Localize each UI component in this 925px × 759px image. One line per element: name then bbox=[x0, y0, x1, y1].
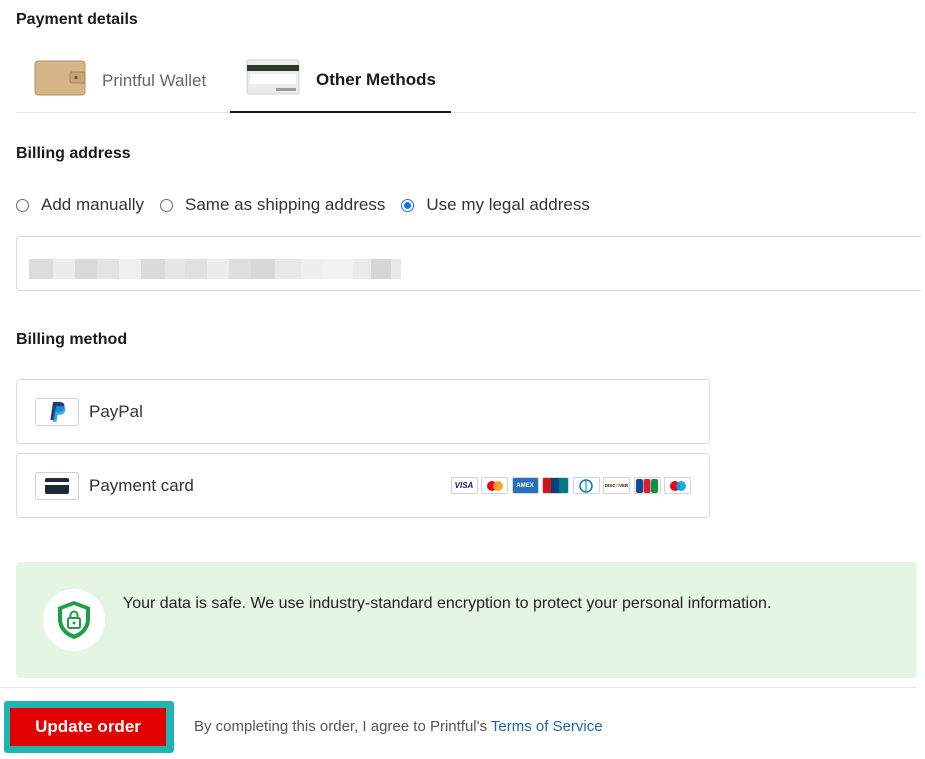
jcb-icon bbox=[633, 477, 661, 494]
radio-label: Same as shipping address bbox=[185, 195, 386, 214]
legal-address-box bbox=[16, 236, 921, 291]
billing-address-options: Add manually Same as shipping address Us… bbox=[16, 193, 606, 217]
method-label-paypal: PayPal bbox=[89, 401, 143, 421]
diners-icon bbox=[572, 477, 600, 494]
visa-icon: VISA bbox=[450, 477, 478, 494]
amex-icon: AMEX bbox=[511, 477, 539, 494]
data-safe-notice: Your data is safe. We use industry-stand… bbox=[16, 562, 916, 678]
credit-card-icon bbox=[35, 471, 79, 500]
footer-divider bbox=[0, 687, 916, 688]
tab-label-other: Other Methods bbox=[316, 69, 436, 89]
shield-lock-icon bbox=[43, 589, 105, 651]
radio-add-manually[interactable]: Add manually bbox=[16, 195, 144, 215]
radio-button[interactable] bbox=[16, 198, 29, 212]
terms-of-service-link[interactable]: Terms of Service bbox=[491, 718, 603, 735]
method-paypal[interactable]: PayPal bbox=[16, 379, 710, 444]
method-label-card: Payment card bbox=[89, 475, 194, 495]
tab-label-wallet: Printful Wallet bbox=[102, 70, 207, 90]
discover-icon: DISC O VER bbox=[603, 477, 630, 494]
radio-button[interactable] bbox=[401, 198, 415, 212]
tab-printful-wallet[interactable]: Printful Wallet bbox=[34, 48, 234, 113]
radio-label: Use my legal address bbox=[426, 195, 590, 214]
card-logos: VISA AMEX DISC O VER bbox=[447, 477, 691, 494]
mastercard-icon bbox=[481, 477, 508, 494]
radio-legal-address[interactable]: Use my legal address bbox=[401, 195, 590, 215]
tab-other-methods[interactable]: Other Methods bbox=[230, 48, 451, 113]
billing-method-title: Billing method bbox=[16, 331, 128, 348]
payment-tabs: Printful Wallet Other Methods bbox=[16, 48, 916, 113]
notice-text: Your data is safe. We use industry-stand… bbox=[123, 595, 772, 612]
billing-address-title: Billing address bbox=[16, 145, 131, 162]
maestro-icon bbox=[664, 477, 691, 494]
paypal-icon bbox=[35, 397, 79, 426]
payment-details-title: Payment details bbox=[16, 11, 138, 28]
terms-agreement: By completing this order, I agree to Pri… bbox=[194, 718, 603, 735]
card-stack-icon bbox=[246, 59, 300, 100]
radio-button[interactable] bbox=[160, 198, 174, 212]
update-order-button[interactable]: Update order bbox=[10, 708, 166, 746]
redacted-address bbox=[29, 259, 401, 279]
agree-text: By completing this order, I agree to Pri… bbox=[194, 718, 491, 735]
radio-label: Add manually bbox=[41, 195, 145, 214]
method-payment-card[interactable]: Payment card VISA AMEX DISC O VER bbox=[16, 453, 710, 518]
unionpay-icon bbox=[542, 477, 569, 494]
wallet-icon bbox=[34, 60, 86, 101]
radio-same-as-shipping[interactable]: Same as shipping address bbox=[160, 195, 385, 215]
